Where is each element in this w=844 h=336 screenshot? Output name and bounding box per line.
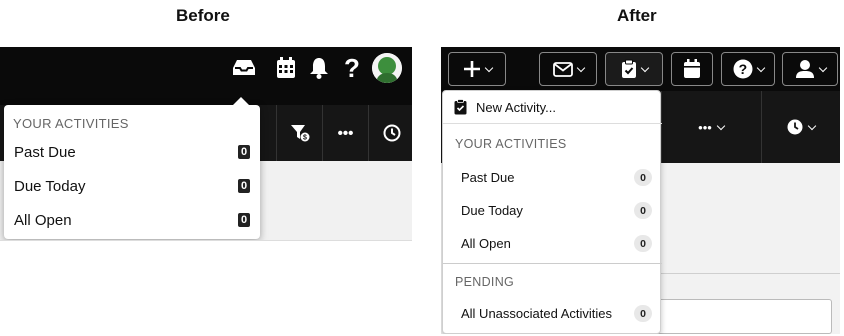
more-button[interactable]: ••• xyxy=(661,91,761,163)
menu-item-past-due[interactable]: Past Due 0 xyxy=(443,161,662,193)
menu-item-label: Past Due xyxy=(461,169,515,185)
menu-item-all-open[interactable]: All Open 0 xyxy=(4,205,260,235)
menu-item-label: All Unassociated Activities xyxy=(461,305,613,321)
plus-icon xyxy=(463,61,480,77)
activities-button[interactable] xyxy=(605,52,663,86)
activities-dropdown: YOUR ACTIVITIES Past Due 0 Due Today 0 A… xyxy=(4,97,260,239)
filter-icon[interactable]: $ xyxy=(276,105,322,161)
section-label: YOUR ACTIVITIES xyxy=(455,137,567,151)
divider xyxy=(646,273,840,274)
menu-item-label: Past Due xyxy=(14,143,76,161)
menu-item-label: Due Today xyxy=(14,177,86,195)
divider xyxy=(443,263,662,264)
avatar[interactable] xyxy=(372,53,402,83)
count-badge: 0 xyxy=(634,169,652,186)
calendar-icon xyxy=(684,59,700,78)
after-panel: ? ••• New Activity... YOUR ACTIVITIES Pa… xyxy=(441,47,840,334)
clock-button[interactable] xyxy=(761,91,840,163)
section-label: YOUR ACTIVITIES xyxy=(13,116,129,131)
chevron-down-icon xyxy=(716,121,726,130)
help-icon: ? xyxy=(733,59,752,79)
count-badge: 0 xyxy=(238,213,250,227)
menu-item-all-unassociated[interactable]: All Unassociated Activities 0 xyxy=(443,297,662,329)
count-badge: 0 xyxy=(634,305,652,322)
add-button[interactable] xyxy=(448,52,506,86)
help-icon[interactable]: ? xyxy=(339,53,365,83)
svg-text:?: ? xyxy=(738,61,747,77)
count-badge: 0 xyxy=(634,235,652,252)
more-label: ••• xyxy=(698,119,712,135)
pending-section-label: PENDING xyxy=(455,275,515,289)
menu-item-due-today[interactable]: Due Today 0 xyxy=(4,171,260,201)
clipboard-check-icon xyxy=(454,99,467,115)
inbox-icon[interactable] xyxy=(231,55,257,81)
calendar-icon[interactable] xyxy=(273,55,299,81)
count-badge: 0 xyxy=(238,145,250,159)
clipboard-check-icon xyxy=(621,59,636,78)
chevron-down-icon xyxy=(640,63,649,72)
text-field[interactable] xyxy=(646,299,832,334)
chevron-down-icon xyxy=(818,63,827,72)
user-menu-button[interactable] xyxy=(782,52,838,86)
mail-button[interactable] xyxy=(539,52,597,86)
chevron-down-icon xyxy=(576,63,585,72)
more-button[interactable]: ••• xyxy=(322,105,368,161)
clock-icon xyxy=(787,119,802,135)
count-badge: 0 xyxy=(634,202,652,219)
svg-text:$: $ xyxy=(303,135,307,142)
new-activity-item[interactable]: New Activity... xyxy=(443,91,662,124)
clock-icon[interactable] xyxy=(368,105,412,161)
activities-dropdown: New Activity... YOUR ACTIVITIES Past Due… xyxy=(442,90,662,334)
menu-item-label: All Open xyxy=(14,211,72,229)
after-heading: After xyxy=(617,6,657,25)
menu-item-all-open[interactable]: All Open 0 xyxy=(443,227,662,259)
menu-item-due-today[interactable]: Due Today 0 xyxy=(443,194,662,226)
menu-item-label: Due Today xyxy=(461,202,523,218)
menu-item-past-due[interactable]: Past Due 0 xyxy=(4,137,260,167)
calendar-button[interactable] xyxy=(671,52,713,86)
new-activity-label: New Activity... xyxy=(476,99,556,115)
before-panel: ? $ ••• YOUR ACTIVITIES Past Due 0 Due T… xyxy=(0,47,412,241)
menu-item-label: All Open xyxy=(461,235,511,251)
mail-icon xyxy=(552,61,573,77)
bell-icon[interactable] xyxy=(306,55,332,81)
count-badge: 0 xyxy=(238,179,250,193)
user-icon xyxy=(795,60,814,78)
before-heading: Before xyxy=(176,6,230,25)
chevron-down-icon xyxy=(756,63,765,72)
chevron-down-icon xyxy=(807,121,816,130)
help-button[interactable]: ? xyxy=(721,52,775,86)
chevron-down-icon xyxy=(484,63,493,72)
